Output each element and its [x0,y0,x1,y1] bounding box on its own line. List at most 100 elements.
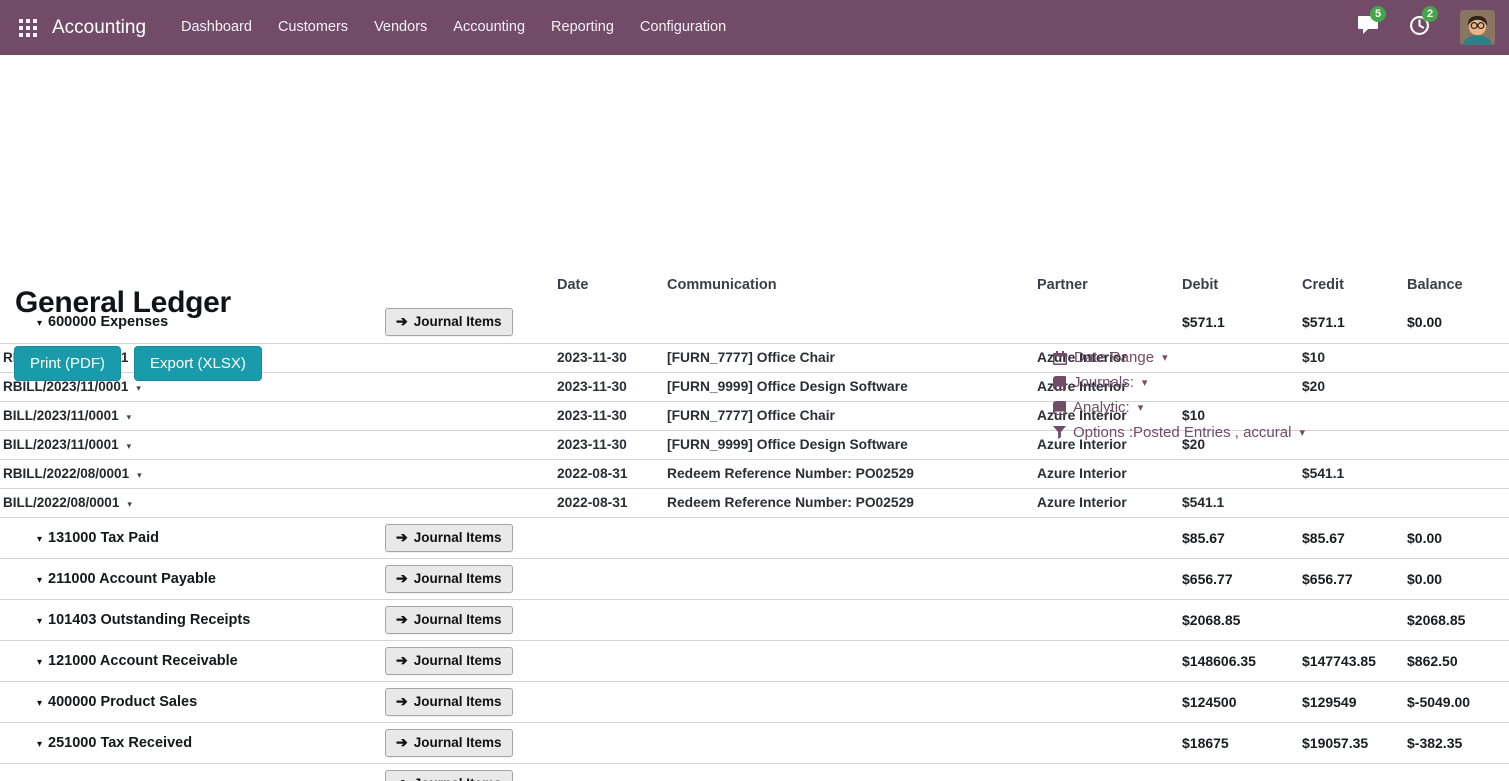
move-name-link[interactable]: BILL/2023/11/0001 [3,437,119,452]
balance-cell: $862.50 [1405,640,1509,681]
dropdown-caret-icon[interactable]: ▾ [137,470,142,480]
collapse-caret-icon[interactable]: ▾ [37,534,42,545]
date-cell: 2022-08-31 [555,459,665,488]
credit-cell [1300,430,1405,459]
journal-entry-row: BILL/2022/08/0001▾2022-08-31Redeem Refer… [0,488,1509,517]
move-name-link[interactable]: RBILL/2022/08/0001 [3,466,129,481]
balance-cell: $-382.35 [1405,722,1509,763]
menu-item-configuration[interactable]: Configuration [627,0,739,55]
credit-cell: $541.1 [1300,459,1405,488]
date-cell [555,599,665,640]
move-name-cell: RBILL/2022/08/0001 ▾ [0,459,555,488]
credit-cell [1300,488,1405,517]
journal-items-cell: ➔Journal Items [383,681,555,722]
date-cell [555,640,665,681]
avatar-image [1460,10,1495,45]
collapse-caret-icon[interactable]: ▾ [37,657,42,668]
communication-cell [665,558,1035,599]
menu-item-vendors[interactable]: Vendors [361,0,440,55]
move-name-cell: BILL/2023/11/0001 ▾ [0,401,555,430]
account-group-row: ▾131000 Tax Paid➔Journal Items$85.67$85.… [0,517,1509,558]
partner-cell [1035,302,1180,343]
date-cell: 2023-11-30 [555,343,665,372]
credit-cell: $656.77 [1300,558,1405,599]
move-name-cell: BILL/2023/11/0001 ▾ [0,430,555,459]
caret-down-icon: ▾ [1299,426,1305,439]
journal-items-cell: ➔Journal Items [383,640,555,681]
caret-down-icon: ▾ [1162,351,1168,364]
credit-cell [1300,763,1405,781]
partner-cell [1035,681,1180,722]
menu-item-accounting[interactable]: Accounting [440,0,538,55]
top-navbar: Accounting DashboardCustomersVendorsAcco… [0,0,1509,55]
balance-cell [1405,430,1509,459]
account-label: 131000 Tax Paid [48,530,159,546]
journal-items-button[interactable]: ➔Journal Items [385,606,513,634]
debit-cell [1180,459,1300,488]
credit-cell: $10 [1300,343,1405,372]
journal-items-button[interactable]: ➔Journal Items [385,729,513,757]
col-header-communication: Communication [665,270,1035,302]
partner-cell [1035,517,1180,558]
collapse-caret-icon[interactable]: ▾ [37,739,42,750]
journal-items-button[interactable]: ➔Journal Items [385,647,513,675]
filter-options-posted-entries-accural[interactable]: Options :Posted Entries , accural▾ [1053,420,1305,445]
credit-cell: $20 [1300,372,1405,401]
report-action-buttons: Print (PDF) Export (XLSX) [14,346,262,381]
balance-cell: $-5049.00 [1405,681,1509,722]
communication-cell [665,302,1035,343]
col-header-credit: Credit [1300,270,1405,302]
partner-cell [1035,763,1180,781]
credit-cell [1300,401,1405,430]
user-avatar[interactable] [1460,10,1495,45]
credit-cell [1300,599,1405,640]
activities-button[interactable]: 2 [1409,15,1430,41]
collapse-caret-icon[interactable]: ▾ [37,698,42,709]
communication-cell: Redeem Reference Number: PO02529 [665,488,1035,517]
export-xlsx-button[interactable]: Export (XLSX) [134,346,262,381]
journal-items-button[interactable]: ➔Journal Items [385,770,513,781]
communication-cell [665,517,1035,558]
journal-items-button[interactable]: ➔Journal Items [385,308,513,336]
dropdown-caret-icon[interactable]: ▾ [127,412,132,422]
app-name[interactable]: Accounting [52,17,146,39]
collapse-caret-icon[interactable]: ▾ [37,575,42,586]
filter-journals[interactable]: Journals: ▾ [1053,370,1305,395]
account-label-cell: ▾101403 Outstanding Receipts [0,599,383,640]
debit-cell: $148606.35 [1180,640,1300,681]
account-group-row: ▾251000 Tax Received➔Journal Items$18675… [0,722,1509,763]
messages-button[interactable]: 5 [1357,15,1379,40]
menu-item-reporting[interactable]: Reporting [538,0,627,55]
account-label: 121000 Account Receivable [48,653,238,669]
account-group-row: ▾211000 Account Payable➔Journal Items$65… [0,558,1509,599]
move-name-link[interactable]: BILL/2023/11/0001 [3,408,119,423]
partner-cell [1035,640,1180,681]
communication-cell: [FURN_7777] Office Chair [665,401,1035,430]
print-pdf-button[interactable]: Print (PDF) [14,346,121,381]
journal-items-button[interactable]: ➔Journal Items [385,524,513,552]
filter-label: Analytic: [1073,399,1130,416]
menu-item-customers[interactable]: Customers [265,0,361,55]
menu-item-dashboard[interactable]: Dashboard [168,0,265,55]
collapse-caret-icon[interactable]: ▾ [37,616,42,627]
general-ledger-page: General Ledger Print (PDF) Export (XLSX)… [0,270,1509,781]
balance-cell: $2068.85 [1405,599,1509,640]
filter-date-range[interactable]: Date Range▾ [1053,345,1305,370]
credit-cell: $571.1 [1300,302,1405,343]
navbar-right: 5 2 [1357,10,1495,45]
dropdown-caret-icon[interactable]: ▾ [127,441,132,451]
caret-down-icon: ▾ [1142,376,1148,389]
journal-icon [1053,376,1066,390]
apps-menu-icon[interactable] [10,10,46,46]
journal-items-button[interactable]: ➔Journal Items [385,688,513,716]
arrow-right-icon: ➔ [396,313,408,330]
date-cell [555,722,665,763]
dropdown-caret-icon[interactable]: ▾ [127,499,132,509]
communication-cell: [FURN_9999] Office Design Software [665,430,1035,459]
dropdown-caret-icon[interactable]: ▾ [136,383,141,393]
journal-items-button[interactable]: ➔Journal Items [385,565,513,593]
journal-items-cell: ➔Journal Items [383,517,555,558]
move-name-link[interactable]: BILL/2022/08/0001 [3,495,119,510]
filter-label: Journals: [1073,374,1134,391]
filter-analytic[interactable]: Analytic:▾ [1053,395,1305,420]
